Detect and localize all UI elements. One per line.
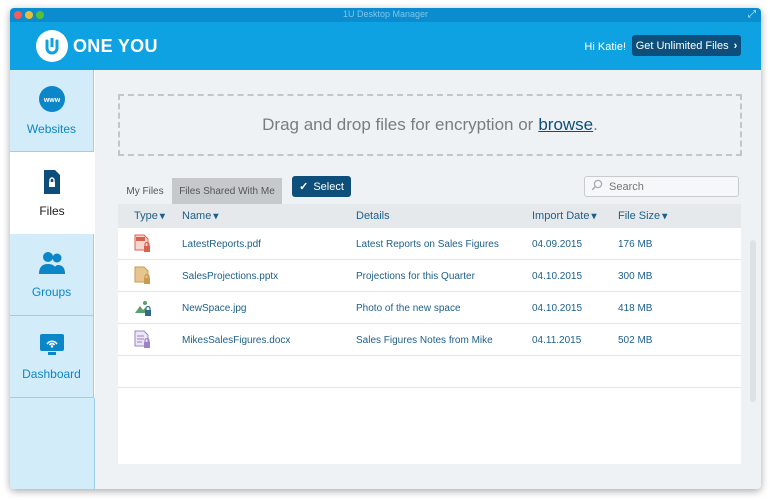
sort-down-icon: ▾ — [159, 211, 165, 222]
file-details: Latest Reports on Sales Figures — [356, 239, 499, 250]
brand-logo: ONE YOU — [36, 30, 158, 62]
column-label: Details — [356, 210, 390, 222]
file-name: NewSpace.jpg — [182, 303, 247, 314]
sidebar-item-files[interactable]: Files — [10, 152, 94, 234]
select-label: Select — [313, 180, 344, 193]
chevron-right-icon: › — [733, 39, 738, 52]
brand-name: ONE YOU — [73, 35, 158, 56]
import-date: 04.10.2015 — [532, 303, 583, 314]
select-button[interactable]: ✓ Select — [292, 176, 351, 197]
logo-mark-icon — [36, 30, 68, 62]
file-drop-zone[interactable]: Drag and drop files for encryption or br… — [118, 94, 742, 156]
column-header-name[interactable]: Name ▾ — [182, 210, 218, 222]
file-size: 176 MB — [618, 239, 653, 250]
table-row[interactable]: MikesSalesFigures.docx Sales Figures Not… — [118, 324, 741, 356]
www-icon: www — [38, 85, 66, 116]
sidebar-item-groups[interactable]: Groups — [10, 234, 94, 316]
column-label: Type — [134, 210, 158, 222]
file-lock-icon — [42, 169, 62, 198]
sort-down-icon: ▾ — [662, 211, 668, 222]
import-date: 04.10.2015 — [532, 271, 583, 282]
title-bar: 1U Desktop Manager ⤢ — [10, 8, 761, 22]
vertical-scrollbar[interactable] — [750, 240, 756, 402]
column-header-file-size[interactable]: File Size ▾ — [618, 210, 667, 222]
file-details: Projections for this Quarter — [356, 271, 475, 282]
svg-text:www: www — [42, 97, 60, 104]
table-row[interactable]: NewSpace.jpg Photo of the new space 04.1… — [118, 292, 741, 324]
sidebar-item-label: Groups — [31, 285, 72, 299]
file-size: 502 MB — [618, 335, 653, 346]
sort-down-icon: ▾ — [591, 211, 597, 222]
app-window: 1U Desktop Manager ⤢ ONE YOU Hi Katie! G… — [10, 8, 761, 489]
sidebar-item-dashboard[interactable]: Dashboard — [10, 316, 94, 398]
column-label: File Size — [618, 210, 661, 222]
sidebar: www Websites Files Groups Dashboard — [10, 70, 95, 489]
file-name: LatestReports.pdf — [182, 239, 261, 250]
file-name: SalesProjections.pptx — [182, 271, 279, 282]
import-date: 04.11.2015 — [532, 335, 582, 346]
file-details: Photo of the new space — [356, 303, 461, 314]
file-details: Sales Figures Notes from Mike — [356, 335, 493, 346]
files-table: Type ▾ Name ▾ Details Import Date ▾ File Si… — [118, 204, 741, 464]
document-file-icon — [134, 330, 152, 353]
tab-my-files[interactable]: My Files — [118, 178, 172, 204]
search-box[interactable] — [584, 176, 739, 197]
pdf-file-icon — [134, 234, 152, 257]
drop-zone-suffix: . — [593, 115, 598, 134]
checkmark-icon: ✓ — [299, 181, 309, 193]
file-size: 300 MB — [618, 271, 653, 282]
column-header-details: Details — [356, 210, 390, 222]
table-row[interactable]: SalesProjections.pptx Projections for th… — [118, 260, 741, 292]
image-file-icon — [134, 298, 152, 321]
sort-down-icon: ▾ — [213, 211, 219, 222]
column-label: Name — [182, 210, 212, 222]
table-row-empty — [118, 356, 741, 388]
user-greeting: Hi Katie! — [584, 41, 626, 53]
sidebar-item-websites[interactable]: www Websites — [10, 70, 94, 152]
window-title: 1U Desktop Manager — [342, 9, 429, 19]
browse-link[interactable]: browse — [538, 115, 593, 135]
sidebar-item-label: Websites — [26, 122, 77, 136]
presentation-file-icon — [134, 266, 152, 289]
column-label: Import Date — [532, 210, 590, 222]
dashboard-icon — [39, 332, 65, 361]
drop-zone-text: Drag and drop files for encryption or — [262, 115, 534, 134]
app-header: ONE YOU Hi Katie! Get Unlimited Files › — [10, 22, 761, 70]
tab-files-shared-with-me[interactable]: Files Shared With Me — [172, 178, 282, 204]
column-header-import-date[interactable]: Import Date ▾ — [532, 210, 597, 222]
search-input[interactable] — [607, 179, 731, 194]
file-name: MikesSalesFigures.docx — [182, 335, 291, 346]
users-icon — [37, 250, 67, 279]
search-icon — [591, 178, 603, 196]
column-header-type[interactable]: Type ▾ — [134, 210, 165, 222]
sidebar-filler — [10, 398, 95, 489]
get-unlimited-files-label: Get Unlimited Files — [635, 39, 729, 52]
sidebar-item-label: Dashboard — [22, 367, 81, 381]
sidebar-item-label: Files — [39, 203, 65, 218]
table-header: Type ▾ Name ▾ Details Import Date ▾ File Si… — [118, 204, 741, 228]
file-size: 418 MB — [618, 303, 653, 314]
main-content: Drag and drop files for encryption or br… — [95, 70, 761, 489]
import-date: 04.09.2015 — [532, 239, 583, 250]
get-unlimited-files-button[interactable]: Get Unlimited Files › — [632, 35, 741, 56]
fullscreen-icon[interactable]: ⤢ — [748, 9, 756, 20]
table-row[interactable]: LatestReports.pdf Latest Reports on Sale… — [118, 228, 741, 260]
